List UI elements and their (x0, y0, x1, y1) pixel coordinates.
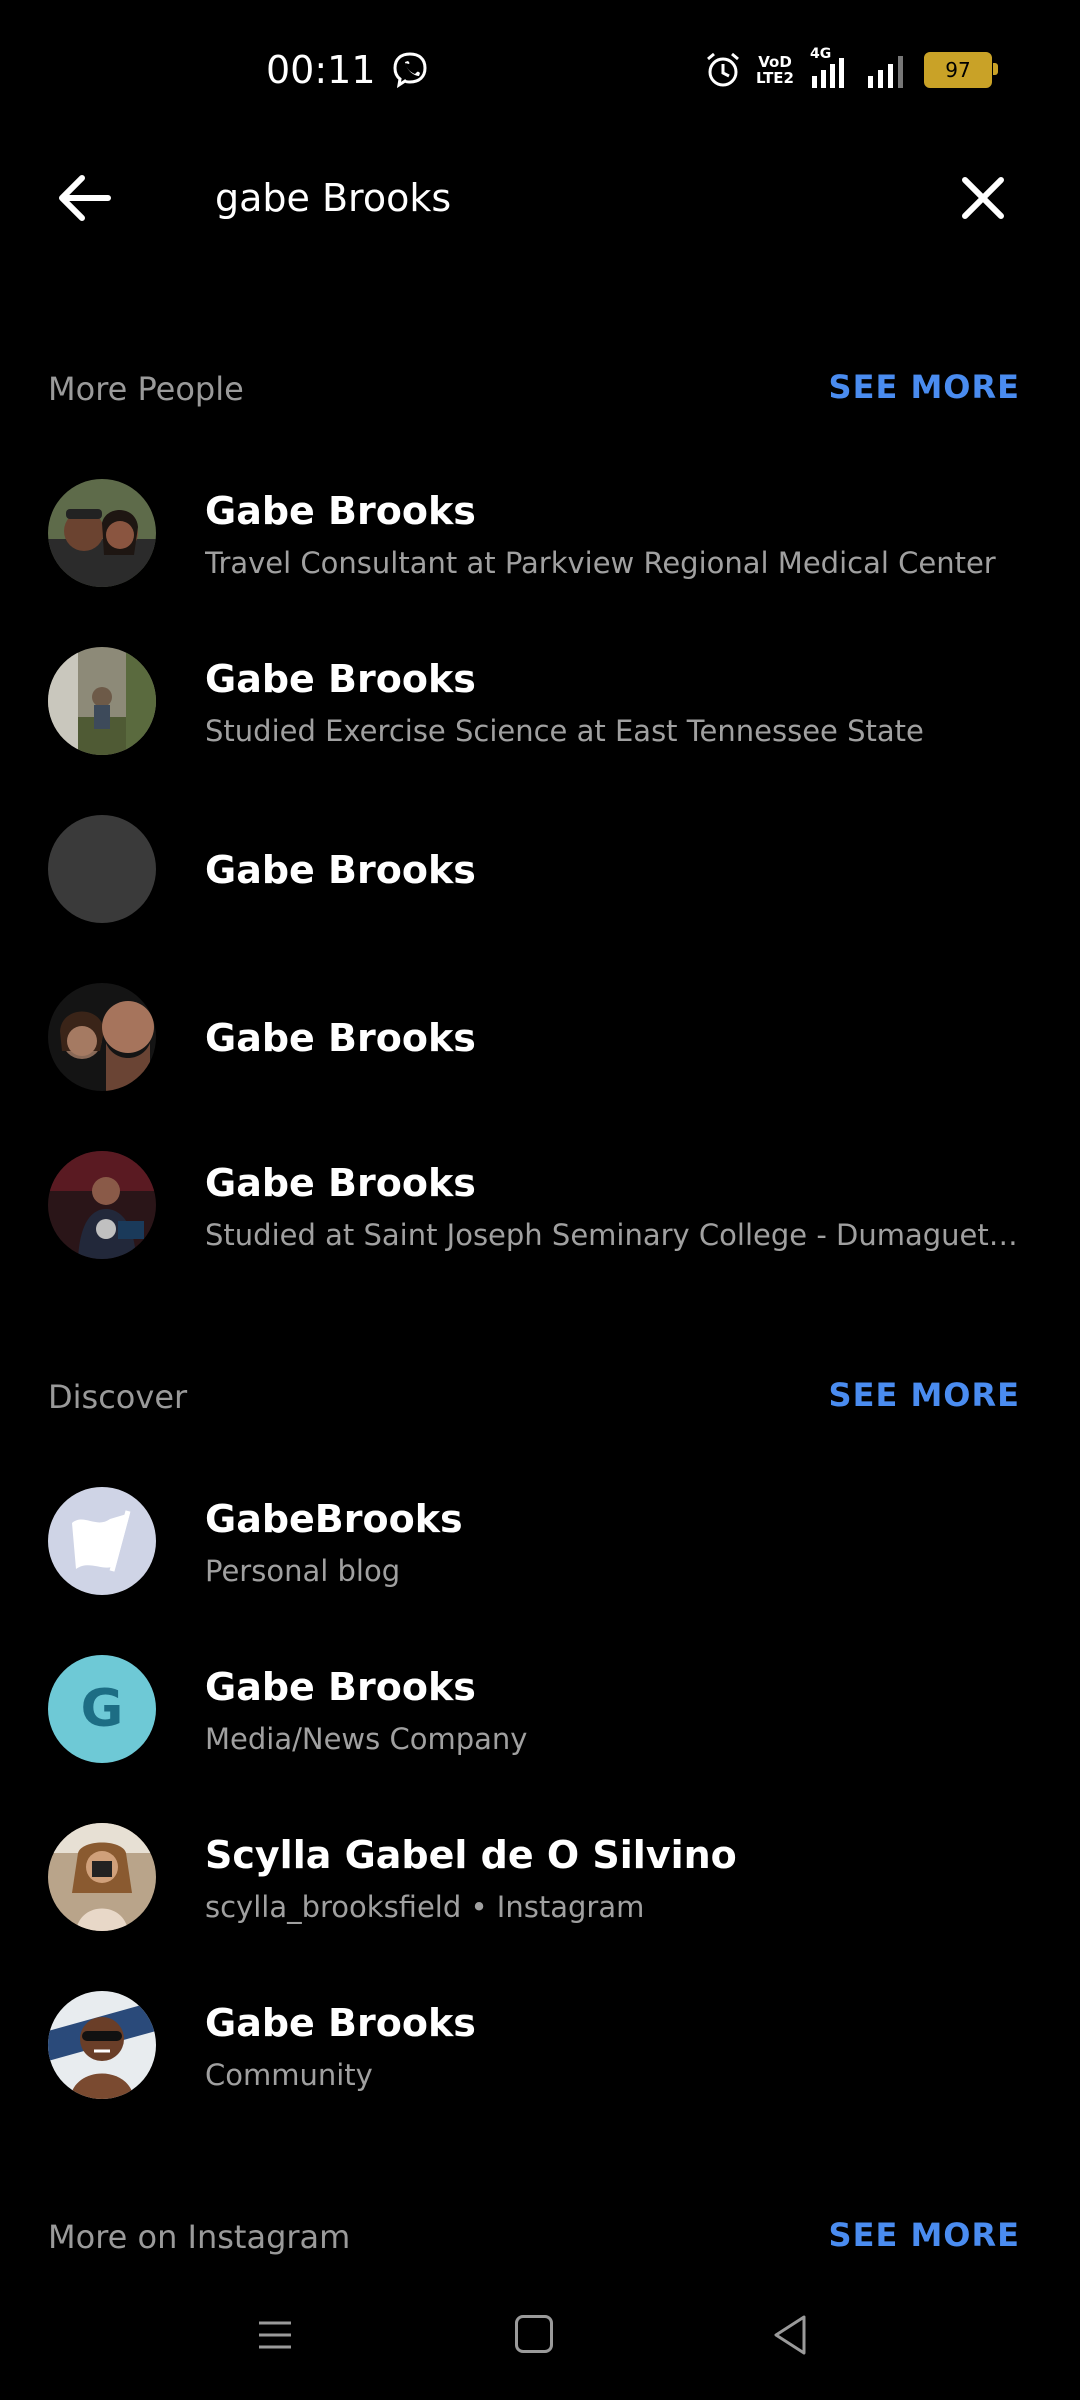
list-item[interactable]: Gabe Brooks Community (0, 1967, 1080, 2117)
home-icon[interactable] (515, 2315, 553, 2353)
avatar (48, 1151, 156, 1259)
avatar (48, 1823, 156, 1931)
result-subtitle: Studied at Saint Joseph Seminary College… (205, 1218, 1025, 1252)
section-title: More on Instagram (48, 2218, 351, 2256)
list-item[interactable]: Gabe Brooks (0, 791, 1080, 941)
signal-4g-icon: 4G (808, 46, 852, 90)
avatar (48, 1487, 156, 1595)
list-item[interactable]: GabeBrooks Personal blog (0, 1463, 1080, 1613)
result-name: Gabe Brooks (205, 848, 476, 892)
result-subtitle: scylla_brooksfield • Instagram (205, 1890, 645, 1924)
result-name: Gabe Brooks (205, 1665, 476, 1709)
list-item[interactable]: Gabe Brooks Travel Consultant at Parkvie… (0, 455, 1080, 605)
viber-icon (393, 52, 427, 89)
list-item[interactable]: Scylla Gabel de O Silvino scylla_brooksf… (0, 1799, 1080, 1949)
recent-apps-icon[interactable] (255, 2315, 295, 2355)
avatar: G (48, 1655, 156, 1763)
result-name: Scylla Gabel de O Silvino (205, 1833, 737, 1877)
avatar (48, 983, 156, 1091)
nav-back-icon[interactable] (770, 2313, 810, 2357)
search-header: gabe Brooks (0, 150, 1080, 250)
section-header-discover: Discover SEE MORE (0, 1368, 1080, 1428)
back-arrow-icon[interactable] (50, 168, 120, 228)
see-more-button[interactable]: SEE MORE (829, 2216, 1020, 2254)
list-item[interactable]: Gabe Brooks Studied Exercise Science at … (0, 623, 1080, 773)
see-more-button[interactable]: SEE MORE (829, 368, 1020, 406)
result-subtitle: Studied Exercise Science at East Tenness… (205, 714, 924, 748)
close-icon[interactable] (955, 170, 1011, 226)
list-item[interactable]: Gabe Brooks Studied at Saint Joseph Semi… (0, 1127, 1080, 1277)
result-name: Gabe Brooks (205, 657, 476, 701)
section-title: Discover (48, 1378, 188, 1416)
list-item[interactable]: G Gabe Brooks Media/News Company (0, 1631, 1080, 1781)
status-time: 00:11 (266, 48, 376, 92)
result-subtitle: Media/News Company (205, 1722, 528, 1756)
result-subtitle: Travel Consultant at Parkview Regional M… (205, 546, 996, 580)
signal-icon (868, 56, 903, 88)
result-name: Gabe Brooks (205, 489, 476, 533)
section-header-people: More People SEE MORE (0, 360, 1080, 420)
status-bar: 00:11 VoD LTE2 4G 97 (0, 0, 1080, 140)
section-header-instagram: More on Instagram SEE MORE (0, 2208, 1080, 2268)
result-subtitle: Community (205, 2058, 373, 2092)
avatar (48, 1991, 156, 2099)
avatar (48, 647, 156, 755)
alarm-icon (707, 52, 739, 87)
battery-icon: 97 (924, 52, 998, 88)
result-name: GabeBrooks (205, 1497, 463, 1541)
result-subtitle: Personal blog (205, 1554, 401, 1588)
avatar (48, 479, 156, 587)
see-more-button[interactable]: SEE MORE (829, 1376, 1020, 1414)
flag-icon (72, 1510, 131, 1572)
system-nav-bar (0, 2285, 1080, 2400)
avatar-letter: G (80, 1679, 124, 1739)
result-name: Gabe Brooks (205, 1016, 476, 1060)
search-input[interactable]: gabe Brooks (215, 176, 451, 220)
result-name: Gabe Brooks (205, 2001, 476, 2045)
list-item[interactable]: Gabe Brooks (0, 959, 1080, 1109)
section-title: More People (48, 370, 244, 408)
avatar (48, 815, 156, 923)
result-name: Gabe Brooks (205, 1161, 476, 1205)
volte-icon: VoD LTE2 (756, 53, 794, 87)
